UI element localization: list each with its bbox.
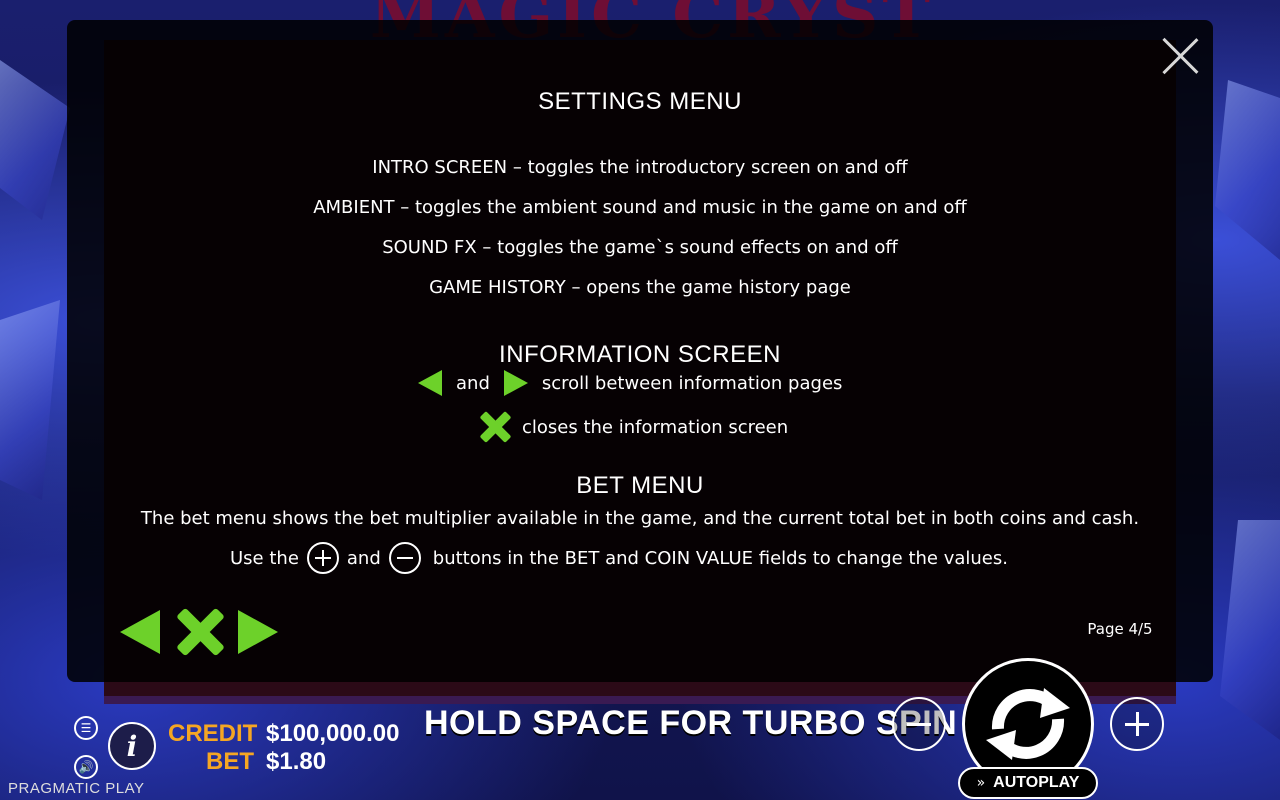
information-scroll-row: and scroll between information pages (418, 370, 842, 396)
bet-value: $1.80 (266, 748, 327, 775)
next-page-button[interactable] (238, 610, 278, 654)
autoplay-button[interactable]: » AUTOPLAY (958, 767, 1098, 799)
page-indicator: Page 4/5 (1087, 620, 1153, 638)
credit-value: $100,000.00 (266, 720, 400, 747)
sound-button[interactable]: 🔊 (74, 755, 98, 779)
increase-bet-button[interactable] (1110, 697, 1164, 751)
use-the-text: Use the (230, 547, 299, 569)
brand-logo: PRAGMATIC PLAY (8, 780, 145, 797)
bet-menu-heading: BET MENU (576, 472, 704, 499)
background-crystal (1220, 520, 1280, 740)
scroll-text: scroll between information pages (541, 372, 843, 394)
decrease-bet-button[interactable] (892, 697, 946, 751)
menu-button[interactable]: ☰ (74, 716, 98, 740)
minus-icon (907, 723, 931, 726)
minus-icon (388, 542, 421, 574)
settings-line-intro: INTRO SCREEN – toggles the introductory … (372, 157, 908, 178)
info-icon: i (126, 729, 138, 763)
speaker-icon: 🔊 (78, 760, 94, 774)
settings-line-ambient: AMBIENT – toggles the ambient sound and … (313, 197, 967, 218)
information-close-row: closes the information screen (480, 412, 788, 442)
and-text: and (456, 372, 490, 394)
bet-label: BET (206, 748, 254, 775)
turbo-spin-hint: HOLD SPACE FOR TURBO SPIN (424, 704, 958, 742)
settings-line-soundfx: SOUND FX – toggles the game`s sound effe… (382, 237, 898, 258)
bet-menu-line1: The bet menu shows the bet multiplier av… (140, 508, 1140, 529)
line2-end-text: buttons in the BET and COIN VALUE fields… (432, 547, 1008, 569)
credit-label: CREDIT (168, 720, 258, 747)
information-screen-heading: INFORMATION SCREEN (499, 341, 781, 368)
settings-menu-heading: SETTINGS MENU (538, 88, 742, 115)
background-crystal (0, 60, 70, 220)
and-text: and (346, 547, 381, 569)
settings-line-history: GAME HISTORY – opens the game history pa… (429, 277, 851, 298)
hamburger-icon: ☰ (80, 721, 92, 735)
autoplay-icon: » (976, 775, 986, 791)
background-crystal (0, 300, 60, 500)
spin-arrows-icon (986, 688, 1070, 760)
arrow-left-icon (418, 370, 442, 396)
prev-page-button[interactable] (120, 610, 160, 654)
info-button[interactable]: i (108, 722, 156, 770)
close-x-icon (480, 412, 510, 442)
close-icon[interactable] (1160, 36, 1200, 76)
autoplay-label: AUTOPLAY (993, 774, 1080, 791)
close-info-button[interactable] (176, 608, 224, 656)
arrow-right-icon (503, 370, 528, 396)
bet-menu-line2: Use the and buttons in the BET and COIN … (230, 542, 1008, 574)
close-text: closes the information screen (522, 416, 789, 438)
plus-icon (306, 542, 339, 574)
